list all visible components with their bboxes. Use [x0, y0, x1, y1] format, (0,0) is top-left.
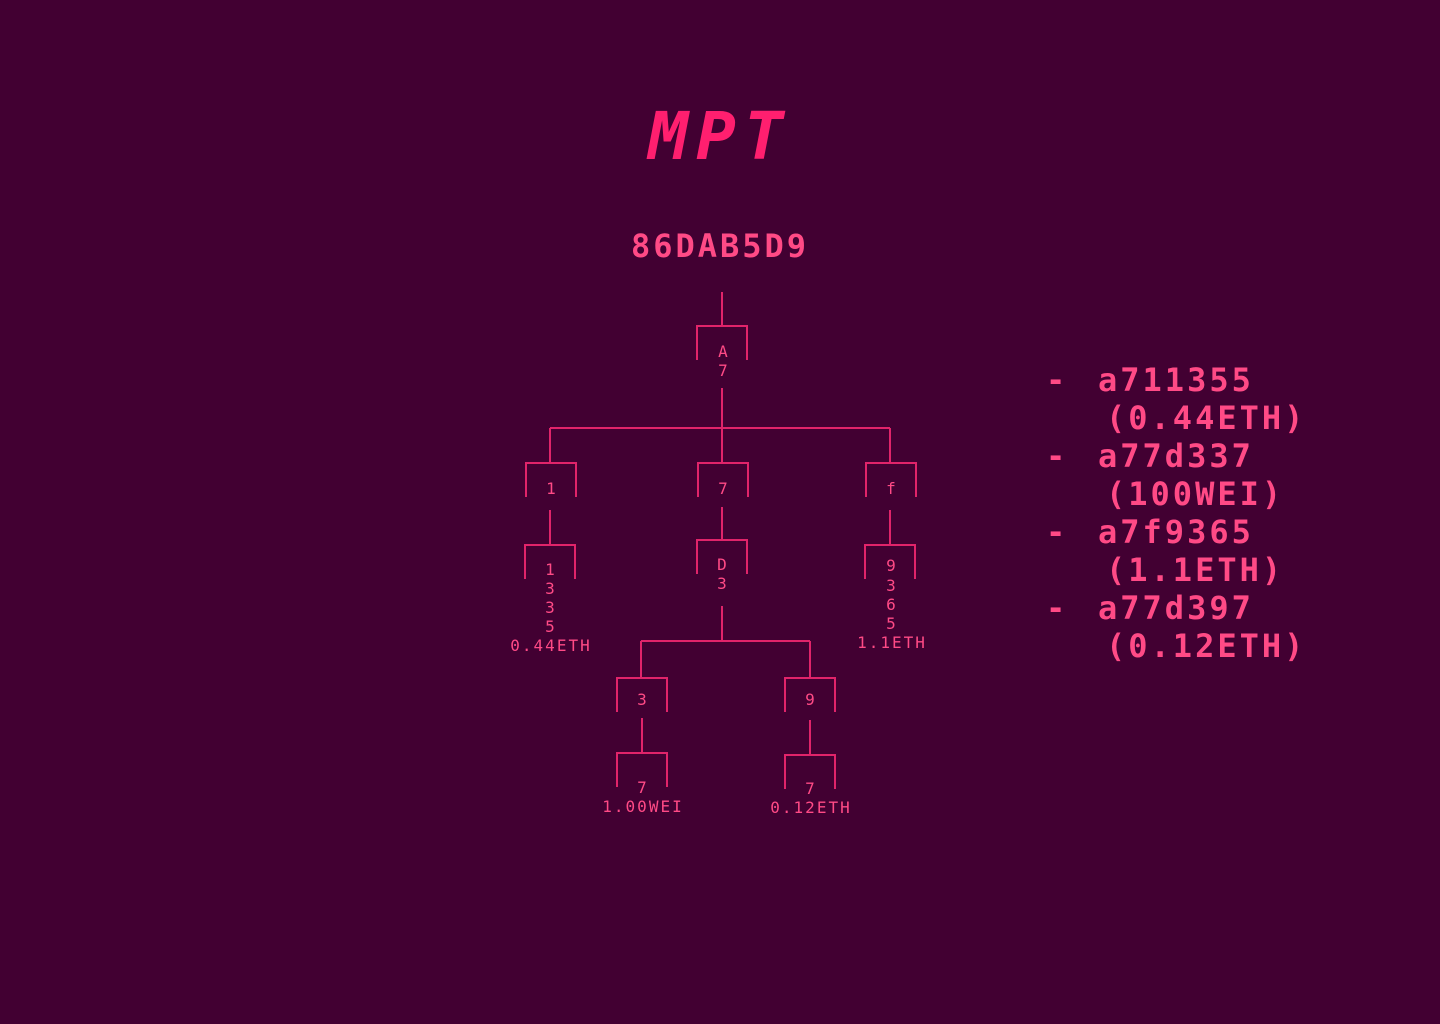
legend-bullet: - [1046, 513, 1069, 551]
leaf-1-value: 0.44ETH [510, 636, 591, 655]
leaf-9-line-1: 7 [805, 779, 817, 798]
mpt-diagram: MPT 86DAB5D9 A 7 1 7 f 1 3 3 5 0.44ETH D… [0, 0, 1440, 1024]
root-node-line-2: 7 [718, 361, 730, 380]
branch-node-key-7: 7 [718, 479, 730, 498]
branch-node-key-1: 1 [546, 479, 558, 498]
legend-amount: (100WEI) [1106, 475, 1285, 513]
legend-amount: (0.44ETH) [1106, 399, 1307, 437]
leaf-1-line-1: 1 [545, 560, 557, 579]
legend-item: - a77d337 (100WEI) [1046, 437, 1406, 513]
leaf-f-line-1: 9 [886, 556, 898, 575]
legend-bullet: - [1046, 361, 1069, 399]
leaf-f-line-4: 5 [886, 614, 898, 633]
leaf-f-line-3: 6 [886, 595, 898, 614]
legend-item: - a711355 (0.44ETH) [1046, 361, 1406, 437]
legend-bullet: - [1046, 437, 1069, 475]
leaf-3-line-1: 7 [637, 778, 649, 797]
branch-node-key-3: 3 [637, 690, 649, 709]
leaf-f-line-2: 3 [886, 576, 898, 595]
legend-amount: (1.1ETH) [1106, 551, 1285, 589]
leaf-1-line-2: 3 [545, 579, 557, 598]
leaf-1-line-4: 5 [545, 617, 557, 636]
legend-item: - a77d397 (0.12ETH) [1046, 589, 1406, 665]
legend-item: - a7f9365 (1.1ETH) [1046, 513, 1406, 589]
legend-address: a77d337 [1098, 437, 1254, 475]
legend-address: a7f9365 [1098, 513, 1254, 551]
leaf-f-value: 1.1ETH [857, 633, 927, 652]
legend-address: a77d397 [1098, 589, 1254, 627]
legend-amount: (0.12ETH) [1106, 627, 1307, 665]
leaf-9-value: 0.12ETH [770, 798, 851, 817]
leaf-3-value: 1.00WEI [602, 797, 683, 816]
branch-node-key-f: f [886, 479, 898, 498]
root-node-line-1: A [718, 342, 730, 361]
tree-node-labels: A 7 1 7 f 1 3 3 5 0.44ETH D 3 9 3 6 5 1.… [510, 342, 927, 817]
extension-7-line-1: D [717, 555, 729, 574]
legend-bullet: - [1046, 589, 1069, 627]
account-legend: - a711355 (0.44ETH) - a77d337 (100WEI) - a7… [1046, 361, 1406, 665]
branch-node-key-9: 9 [805, 690, 817, 709]
leaf-1-line-3: 3 [545, 598, 557, 617]
legend-address: a711355 [1098, 361, 1254, 399]
extension-7-line-2: 3 [717, 574, 729, 593]
